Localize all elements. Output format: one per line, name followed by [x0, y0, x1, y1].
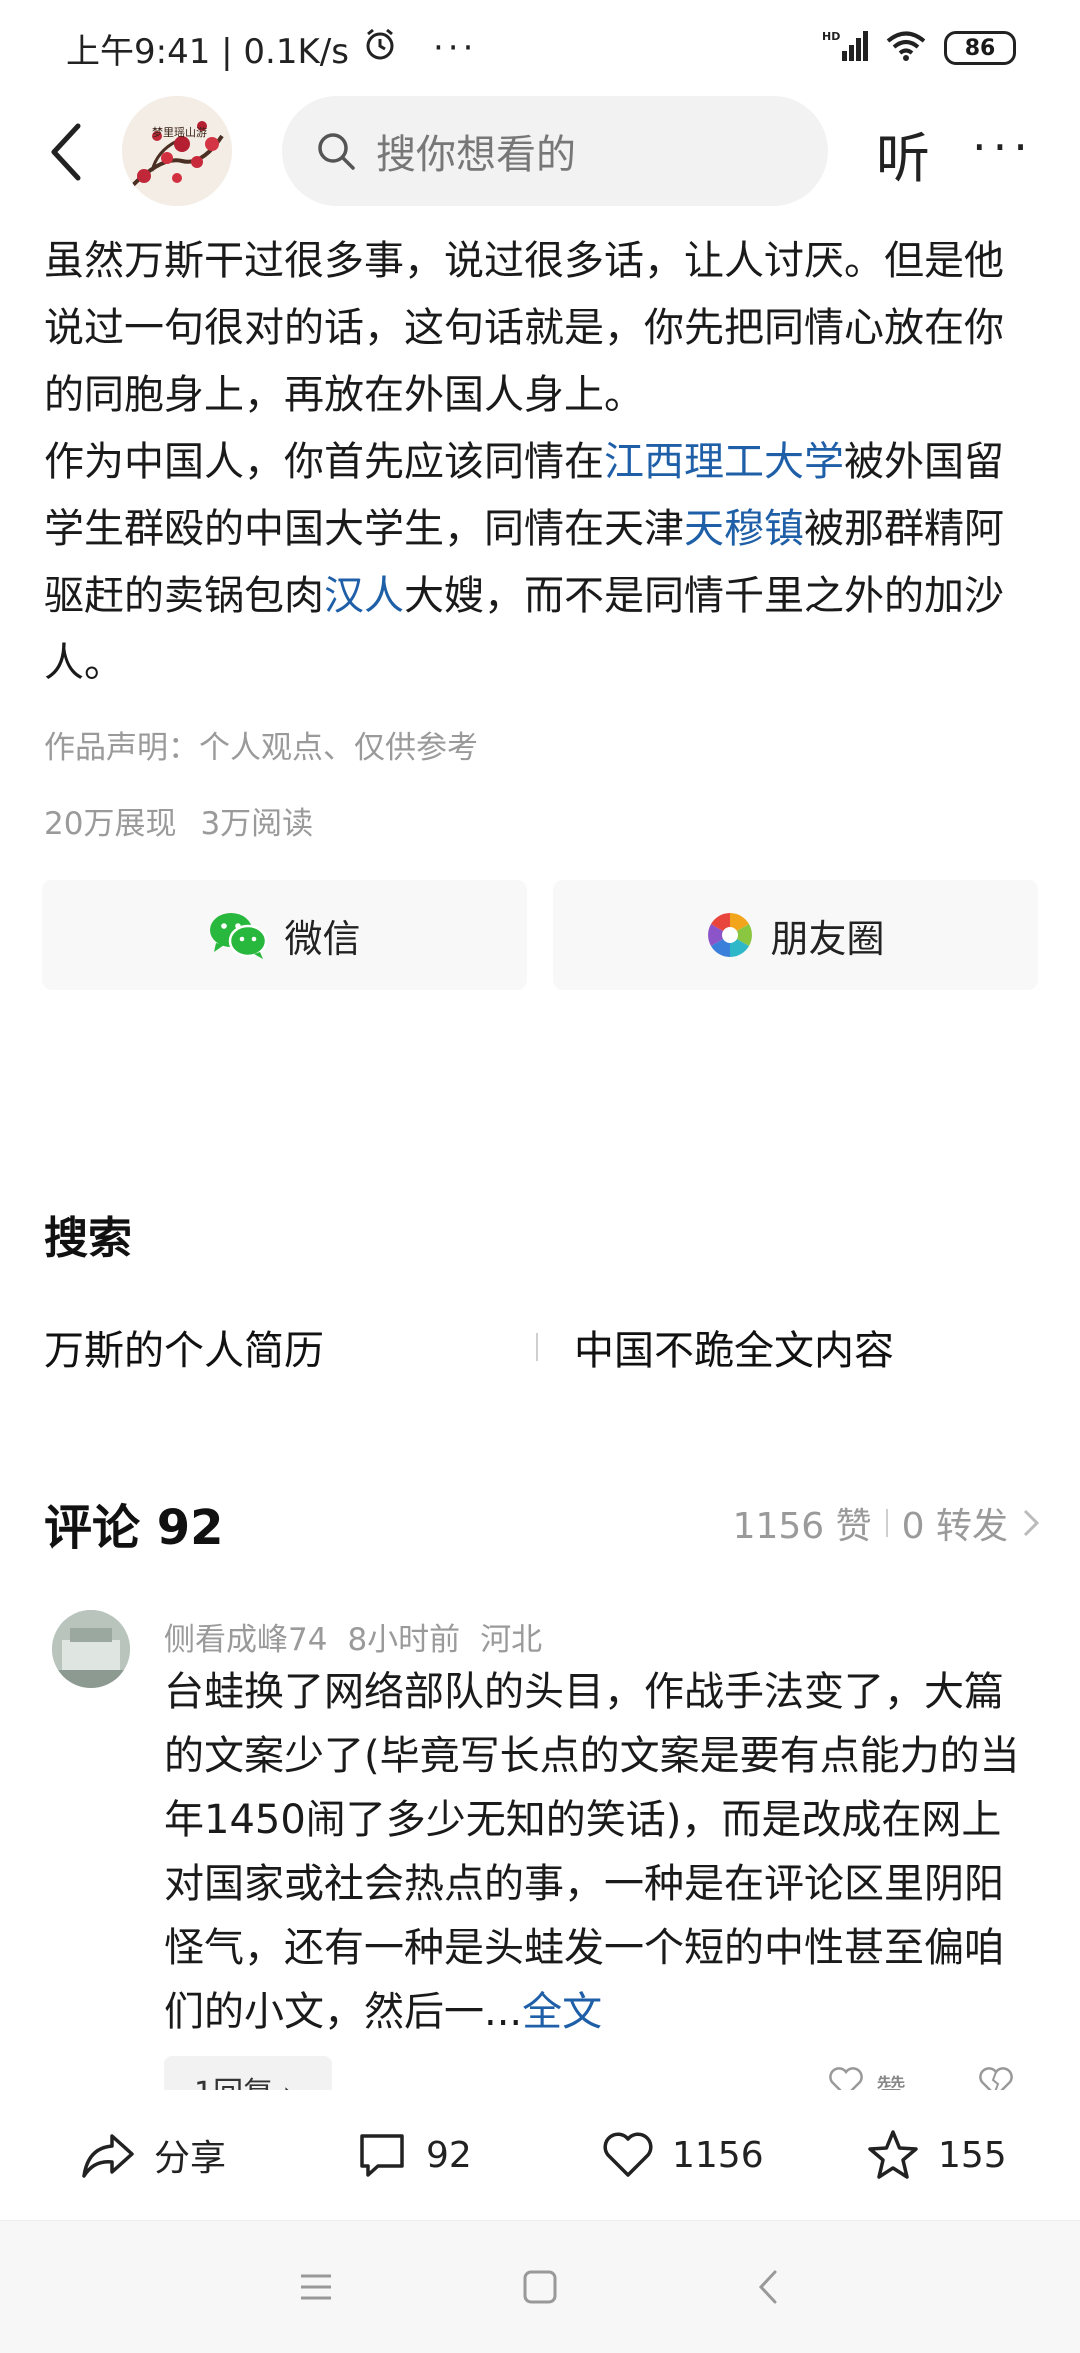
article-paragraph: 作为中国人，你首先应该同情在江西理工大学被外国留学生群殴的中国大学生，同情在天津…	[44, 429, 1040, 697]
related-search-list: 万斯的个人简历 中国不跪全文内容	[44, 1318, 1040, 1376]
battery-level: 86	[964, 35, 996, 61]
status-time-network: 上午9:41 | 0.1K/s	[66, 31, 349, 72]
back-nav-button[interactable]	[738, 2257, 798, 2317]
engagement-summary[interactable]: 1156 赞 0 转发	[733, 1497, 1040, 1549]
column-divider	[536, 1333, 538, 1361]
like-button[interactable]: 1156	[602, 2131, 764, 2179]
chevron-right-icon	[1023, 1509, 1040, 1537]
likes-summary: 1156 赞	[732, 1506, 872, 1547]
comment-text: 台蛙换了网络部队的头目，作战手法变了，大篇的文案少了(毕竟写长点的文案是要有点能…	[164, 1669, 1020, 2035]
comment-meta: 侧看成峰74 8小时前 河北	[164, 1614, 542, 1659]
heart-icon	[603, 2132, 653, 2177]
comments-title: 评论 92	[44, 1500, 224, 1556]
share-button[interactable]: 分享	[80, 2129, 226, 2181]
comments-count: 92	[426, 2134, 472, 2176]
commenter-name[interactable]: 侧看成峰74	[164, 1614, 327, 1659]
work-declaration: 作品声明：个人观点、仅供参考	[44, 730, 478, 766]
link-han-people[interactable]: 汉人	[324, 573, 404, 619]
search-section-title: 搜索	[44, 1213, 132, 1264]
link-tianmu-town[interactable]: 天穆镇	[684, 506, 804, 552]
status-left: 上午9:41 | 0.1K/s ···	[66, 24, 477, 73]
article-paragraph: 虽然万斯干过很多事，说过很多话，让人讨厌。但是他说过一句很对的话，这句话就是，你…	[44, 238, 1004, 418]
photo-avatar-icon	[52, 1610, 130, 1688]
related-search-label: 万斯的个人简历	[44, 1328, 324, 1374]
related-search-label: 中国不跪全文内容	[574, 1328, 894, 1374]
alarm-icon	[363, 27, 397, 70]
favorite-button[interactable]: 155	[866, 2129, 1007, 2181]
bottom-action-bar: 分享 92 1156 155	[0, 2090, 1080, 2220]
menu-nav-button[interactable]	[286, 2257, 346, 2317]
likes-count: 1156	[672, 2134, 764, 2176]
chevron-left-icon	[51, 123, 81, 181]
article-body: 虽然万斯干过很多事，说过很多话，让人讨厌。但是他说过一句很对的话，这句话就是，你…	[44, 228, 1040, 697]
author-avatar[interactable]: 梦里瑶山游	[122, 96, 232, 206]
star-icon	[868, 2130, 918, 2179]
forwards-summary: 0 转发	[901, 1506, 1008, 1547]
share-row: 微信 朋友圈	[42, 880, 1038, 990]
signal-icon: HD	[822, 29, 868, 67]
svg-text:HD: HD	[822, 30, 840, 43]
related-search-item[interactable]: 万斯的个人简历	[44, 1318, 540, 1376]
menu-icon	[301, 2274, 331, 2300]
back-button[interactable]	[38, 118, 94, 186]
svg-text:梦里瑶山游: 梦里瑶山游	[152, 126, 207, 139]
search-placeholder: 搜你想看的	[376, 132, 576, 178]
comments-header: 评论 92 1156 赞 0 转发	[44, 1488, 1040, 1558]
moments-aperture-icon	[708, 913, 753, 957]
expand-full-text-link[interactable]: 全文	[522, 1989, 602, 2035]
article-stats: 20万展现 3万阅读	[44, 798, 313, 843]
wifi-icon	[886, 30, 926, 66]
commenter-avatar[interactable]	[52, 1610, 130, 1688]
share-arrow-icon	[82, 2134, 134, 2178]
comment-bubble-icon	[360, 2134, 404, 2177]
wechat-icon	[210, 913, 268, 959]
views-count: 20万展现	[44, 806, 177, 842]
share-label: 分享	[154, 2138, 227, 2179]
status-more-dots: ···	[432, 28, 478, 68]
share-wechat-button[interactable]: 微信	[42, 880, 527, 990]
listen-button[interactable]: 听	[876, 114, 930, 193]
reads-count: 3万阅读	[200, 806, 314, 842]
comment-time: 8小时前	[347, 1622, 461, 1658]
link-jiangxi-university[interactable]: 江西理工大学	[604, 439, 844, 485]
search-icon	[318, 133, 355, 170]
share-moments-button[interactable]: 朋友圈	[553, 880, 1038, 990]
top-header: 梦里瑶山游 搜你想看的 听 ···	[0, 96, 1080, 208]
back-triangle-icon	[758, 2270, 777, 2304]
share-wechat-label: 微信	[284, 916, 361, 961]
status-right: HD 86	[822, 29, 1016, 67]
share-moments-label: 朋友圈	[770, 916, 885, 961]
comments-button[interactable]: 92	[356, 2130, 472, 2180]
square-home-icon	[523, 2270, 557, 2304]
status-bar: 上午9:41 | 0.1K/s ··· HD 86	[0, 0, 1080, 96]
favorites-count: 155	[938, 2134, 1007, 2176]
system-navigation-bar	[0, 2220, 1080, 2353]
related-search-item[interactable]: 中国不跪全文内容	[536, 1318, 1036, 1376]
more-options-button[interactable]: ···	[972, 120, 1034, 174]
divider	[885, 1509, 888, 1537]
search-input[interactable]: 搜你想看的	[282, 96, 828, 206]
home-nav-button[interactable]	[510, 2257, 570, 2317]
article-text: 作为中国人，你首先应该同情在	[44, 439, 604, 485]
comment-body: 台蛙换了网络部队的头目，作战手法变了，大篇的文案少了(毕竟写长点的文案是要有点能…	[164, 1660, 1040, 2044]
plum-blossom-avatar-icon: 梦里瑶山游	[122, 96, 232, 206]
comment-location: 河北	[480, 1622, 543, 1658]
battery-indicator: 86	[944, 31, 1016, 65]
